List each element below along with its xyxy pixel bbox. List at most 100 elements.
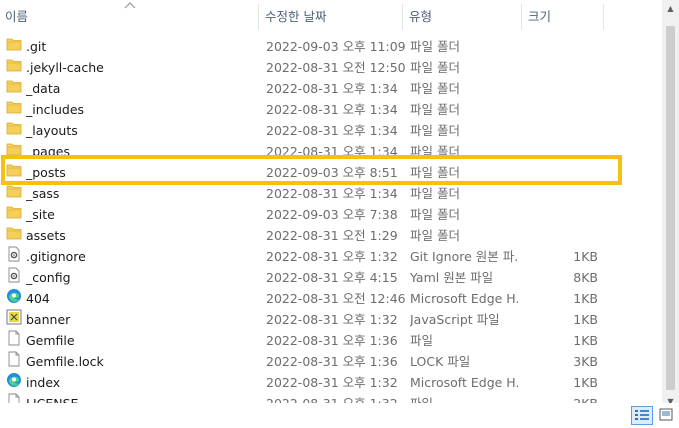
- file-date-modified: 2022-08-31 오전 12:46: [266, 291, 406, 306]
- file-size: 1KB: [573, 375, 598, 390]
- column-separator[interactable]: [603, 4, 604, 30]
- file-icon: [6, 330, 22, 351]
- file-size: 1KB: [573, 333, 598, 348]
- file-name: 404: [26, 291, 50, 306]
- file-row[interactable]: _includes 2022-08-31 오후 1:34 파일 폴더: [0, 99, 662, 120]
- file-size: [524, 78, 598, 99]
- file-date-modified: 2022-08-31 오후 1:32: [266, 249, 398, 264]
- file-row-highlighted[interactable]: _posts 2022-09-03 오후 8:51 파일 폴더: [0, 162, 662, 183]
- file-size: 8KB: [573, 270, 598, 285]
- file-row[interactable]: banner 2022-08-31 오후 1:32 JavaScript 파일 1KB: [0, 309, 662, 330]
- column-separator[interactable]: [521, 4, 522, 30]
- column-header: 이름 수정한 날짜 유형 크기: [0, 0, 662, 34]
- file-row[interactable]: _data 2022-08-31 오후 1:34 파일 폴더: [0, 78, 662, 99]
- file-row[interactable]: .jekyll-cache 2022-08-31 오전 12:50 파일 폴더: [0, 57, 662, 78]
- file-name: Gemfile.lock: [26, 354, 104, 369]
- file-name: assets: [26, 228, 66, 243]
- file-type: 파일 폴더: [410, 186, 460, 201]
- file-name: banner: [26, 312, 71, 327]
- file-date-modified: 2022-09-03 오후 8:51: [266, 165, 398, 180]
- details-view-icon: [635, 410, 649, 420]
- file-type: Microsoft Edge H...: [410, 291, 518, 306]
- file-row[interactable]: Gemfile 2022-08-31 오후 1:36 파일 1KB: [0, 330, 662, 351]
- file-row[interactable]: _pages 2022-08-31 오후 1:34 파일 폴더: [0, 141, 662, 162]
- gear-file-icon: [6, 267, 22, 288]
- folder-icon: [6, 120, 22, 141]
- file-type: JavaScript 파일: [410, 312, 500, 327]
- file-row[interactable]: Gemfile.lock 2022-08-31 오후 1:36 LOCK 파일 3KB: [0, 351, 662, 372]
- file-name: _includes: [26, 102, 85, 117]
- file-type: Microsoft Edge H...: [410, 375, 518, 390]
- file-size: 1KB: [573, 291, 598, 306]
- file-date-modified: 2022-08-31 오전 1:29: [266, 228, 398, 243]
- file-row[interactable]: index 2022-08-31 오후 1:32 Microsoft Edge H.…: [0, 372, 662, 393]
- details-view-button[interactable]: [631, 406, 653, 425]
- file-date-modified: 2022-08-31 오후 1:36: [266, 333, 398, 348]
- column-name[interactable]: 이름: [0, 0, 258, 34]
- file-type: 파일 폴더: [410, 207, 460, 222]
- file-name: _data: [26, 81, 61, 96]
- file-row[interactable]: _sass 2022-08-31 오후 1:34 파일 폴더: [0, 183, 662, 204]
- column-size[interactable]: 크기: [523, 0, 603, 34]
- file-name: Gemfile: [26, 333, 75, 348]
- file-row[interactable]: 404 2022-08-31 오전 12:46 Microsoft Edge H..…: [0, 288, 662, 309]
- file-type: 파일 폴더: [410, 102, 460, 117]
- file-row[interactable]: _config 2022-08-31 오후 4:15 Yaml 원본 파일 8KB: [0, 267, 662, 288]
- folder-icon: [6, 36, 22, 57]
- column-type[interactable]: 유형: [404, 0, 521, 34]
- file-type: 파일 폴더: [410, 60, 460, 75]
- file-row[interactable]: .git 2022-09-03 오후 11:09 파일 폴더: [0, 36, 662, 57]
- vertical-scrollbar[interactable]: ▲ ▼: [662, 0, 679, 410]
- column-separator[interactable]: [402, 4, 403, 30]
- folder-icon: [6, 141, 22, 162]
- file-date-modified: 2022-08-31 오후 1:32: [266, 375, 398, 390]
- column-separator[interactable]: [258, 4, 259, 30]
- large-icons-view-button[interactable]: [656, 406, 678, 425]
- folder-icon: [6, 183, 22, 204]
- file-date-modified: 2022-08-31 오전 12:50: [266, 60, 406, 75]
- file-size: [524, 183, 598, 204]
- file-type: 파일 폴더: [410, 144, 460, 159]
- file-size: [524, 162, 598, 183]
- file-type: 파일 폴더: [410, 39, 460, 54]
- file-size: [524, 36, 598, 57]
- file-date-modified: 2022-09-03 오후 11:09: [266, 39, 406, 54]
- file-size: 3KB: [573, 354, 598, 369]
- folder-icon: [6, 225, 22, 246]
- file-name: .gitignore: [26, 249, 86, 264]
- file-row[interactable]: _layouts 2022-08-31 오후 1:34 파일 폴더: [0, 120, 662, 141]
- file-size: 1KB: [573, 249, 598, 264]
- file-name: _posts: [26, 165, 66, 180]
- file-type: 파일: [410, 333, 434, 348]
- column-date-modified[interactable]: 수정한 날짜: [260, 0, 402, 34]
- file-name: index: [26, 375, 61, 390]
- gear-file-icon: [6, 246, 22, 267]
- file-row[interactable]: _site 2022-09-03 오후 7:38 파일 폴더: [0, 204, 662, 225]
- large-icons-view-icon: [659, 408, 673, 421]
- scrollbar-thumb[interactable]: [666, 26, 675, 390]
- file-type: Yaml 원본 파일: [410, 270, 494, 285]
- folder-icon: [6, 99, 22, 120]
- file-size: [524, 225, 598, 246]
- file-size: 1KB: [573, 312, 598, 327]
- scroll-up-icon[interactable]: ▲: [662, 0, 679, 17]
- file-date-modified: 2022-08-31 오후 1:34: [266, 123, 398, 138]
- file-name: .jekyll-cache: [26, 60, 104, 75]
- file-row[interactable]: assets 2022-08-31 오전 1:29 파일 폴더: [0, 225, 662, 246]
- file-date-modified: 2022-08-31 오후 1:34: [266, 144, 398, 159]
- file-size: [524, 204, 598, 225]
- file-date-modified: 2022-08-31 오후 1:36: [266, 354, 398, 369]
- javascript-file-icon: [6, 309, 22, 330]
- file-row[interactable]: .gitignore 2022-08-31 오후 1:32 Git Ignore 원…: [0, 246, 662, 267]
- file-date-modified: 2022-09-03 오후 7:38: [266, 207, 398, 222]
- file-date-modified: 2022-08-31 오후 1:32: [266, 312, 398, 327]
- file-name: _layouts: [26, 123, 78, 138]
- file-size: [524, 99, 598, 120]
- file-size: [524, 120, 598, 141]
- folder-icon: [6, 204, 22, 225]
- file-type: 파일 폴더: [410, 123, 460, 138]
- file-type: LOCK 파일: [410, 354, 471, 369]
- file-date-modified: 2022-08-31 오후 1:34: [266, 102, 398, 117]
- file-name: _sass: [26, 186, 60, 201]
- file-name: _config: [26, 270, 71, 285]
